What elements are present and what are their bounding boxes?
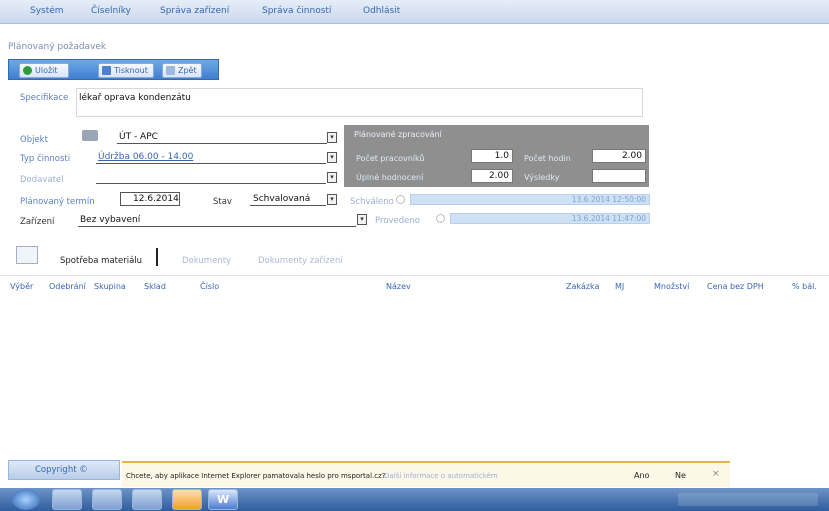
print-button[interactable]: Tisknout [98, 63, 154, 78]
object-lookup-icon[interactable] [82, 130, 98, 141]
menu-activity-management[interactable]: Správa činností [262, 6, 331, 16]
planning-panel: Plánované zpracování Počet pracovníků 1.… [344, 125, 649, 187]
hours-label: Počet hodin [524, 154, 571, 163]
menu-codelists[interactable]: Číselníky [91, 6, 131, 16]
col-quantity[interactable]: Množství [654, 282, 689, 291]
tab-divider [156, 248, 158, 266]
type-field[interactable]: Údržba 06.00 - 14.00 [96, 150, 326, 164]
menu-bar: Systém Číselníky Správa zařízení Správa … [0, 0, 829, 24]
col-select[interactable]: Výběr [10, 282, 33, 291]
explorer-icon[interactable] [92, 489, 122, 510]
tab-device-documents[interactable]: Dokumenty zařízení [258, 256, 343, 266]
workers-input[interactable]: 1.0 [471, 149, 513, 163]
planned-date-input[interactable]: 12.6.2014 [120, 192, 180, 206]
more-info-link[interactable]: Další informace o automatickém [384, 472, 498, 480]
word-icon[interactable]: W [208, 489, 238, 510]
device-field[interactable]: Bez vybavení [78, 213, 356, 227]
notification-message: Chcete, aby aplikace Internet Explorer p… [126, 472, 386, 480]
spec-value: lékař oprava kondenzátu [79, 93, 191, 103]
system-tray [678, 493, 818, 506]
supplier-label: Dodavatel [20, 175, 64, 185]
tab-material[interactable]: Spotřeba materiálu [60, 256, 142, 266]
panel-title: Plánované zpracování [354, 130, 442, 139]
col-warehouse[interactable]: Sklad [144, 282, 166, 291]
done-label: Provedeno [375, 216, 420, 226]
state-dropdown-icon[interactable]: ▾ [327, 194, 337, 205]
col-remove[interactable]: Odebrání [49, 282, 86, 291]
save-label: Uložit [35, 66, 58, 75]
total-input[interactable]: 2.00 [471, 169, 513, 183]
col-number[interactable]: Číslo [200, 282, 219, 291]
object-value: ÚT - APC [119, 132, 158, 142]
internet-explorer-icon[interactable] [52, 489, 82, 510]
device-dropdown-icon[interactable]: ▾ [357, 214, 367, 225]
object-field[interactable]: ÚT - APC [117, 130, 327, 144]
yes-button[interactable]: Ano [634, 471, 649, 480]
spec-label: Specifikace [20, 93, 69, 103]
planned-value: 12.6.2014 [133, 194, 179, 204]
type-label: Typ činnosti [20, 154, 71, 164]
save-button[interactable]: Uložit [19, 63, 69, 78]
toolbar: Uložit Tisknout Zpět [8, 59, 219, 80]
other-label: Výsledky [524, 173, 560, 182]
type-value: Údržba 06.00 - 14.00 [98, 152, 194, 162]
approved-label: Schváleno [350, 197, 394, 207]
object-dropdown-icon[interactable]: ▾ [327, 132, 337, 143]
start-button-icon[interactable] [12, 489, 40, 510]
footer-bar: Copyright © [8, 460, 120, 480]
approved-date: 13.6.2014 12:50:00 [410, 194, 650, 205]
total-label: Úplné hodnocení [356, 173, 424, 182]
page-title: Plánovaný požadavek [8, 42, 107, 52]
search-icon[interactable] [16, 246, 38, 264]
no-button[interactable]: Ne [675, 471, 686, 480]
media-player-icon[interactable] [132, 489, 162, 510]
windows-taskbar: W [0, 488, 829, 511]
device-label: Zařízení [20, 217, 55, 227]
menu-logout[interactable]: Odhlásit [363, 6, 400, 16]
col-packaging[interactable]: % bál. [792, 282, 817, 291]
type-dropdown-icon[interactable]: ▾ [327, 152, 337, 163]
back-label: Zpět [178, 66, 197, 75]
device-value: Bez vybavení [80, 215, 141, 225]
back-icon [166, 66, 175, 75]
supplier-field[interactable] [96, 170, 326, 184]
done-date: 13.6.2014 11:47:00 [450, 213, 650, 224]
printer-icon [102, 66, 111, 75]
print-label: Tisknout [114, 66, 148, 75]
password-save-notification: Chcete, aby aplikace Internet Explorer p… [122, 461, 730, 487]
table-top-rule [0, 275, 829, 276]
col-order[interactable]: Zakázka [566, 282, 599, 291]
workers-label: Počet pracovníků [356, 154, 425, 163]
back-button[interactable]: Zpět [162, 63, 202, 78]
firefox-icon[interactable] [172, 489, 202, 510]
col-group[interactable]: Skupina [94, 282, 126, 291]
object-label: Objekt [20, 135, 48, 145]
other-input[interactable] [592, 169, 646, 183]
menu-device-management[interactable]: Správa zařízení [160, 6, 229, 16]
state-value: Schvalovaná [253, 194, 311, 204]
state-label: Stav [213, 197, 232, 207]
copyright-label: Copyright © [35, 465, 88, 475]
close-icon[interactable]: × [712, 469, 720, 479]
col-price[interactable]: Cena bez DPH [707, 282, 764, 291]
state-field[interactable]: Schvalovaná [250, 192, 326, 206]
hours-input[interactable]: 2.00 [592, 149, 646, 163]
approved-checkbox[interactable] [396, 195, 405, 204]
tab-documents[interactable]: Dokumenty [182, 256, 231, 266]
spec-textarea[interactable]: lékař oprava kondenzátu [76, 88, 643, 117]
check-icon [23, 66, 32, 75]
col-unit[interactable]: MJ [615, 282, 624, 291]
planned-label: Plánovaný termín [20, 197, 95, 207]
col-name[interactable]: Název [386, 282, 411, 291]
menu-system[interactable]: Systém [30, 6, 64, 16]
done-checkbox[interactable] [436, 214, 445, 223]
supplier-dropdown-icon[interactable]: ▾ [327, 172, 337, 183]
